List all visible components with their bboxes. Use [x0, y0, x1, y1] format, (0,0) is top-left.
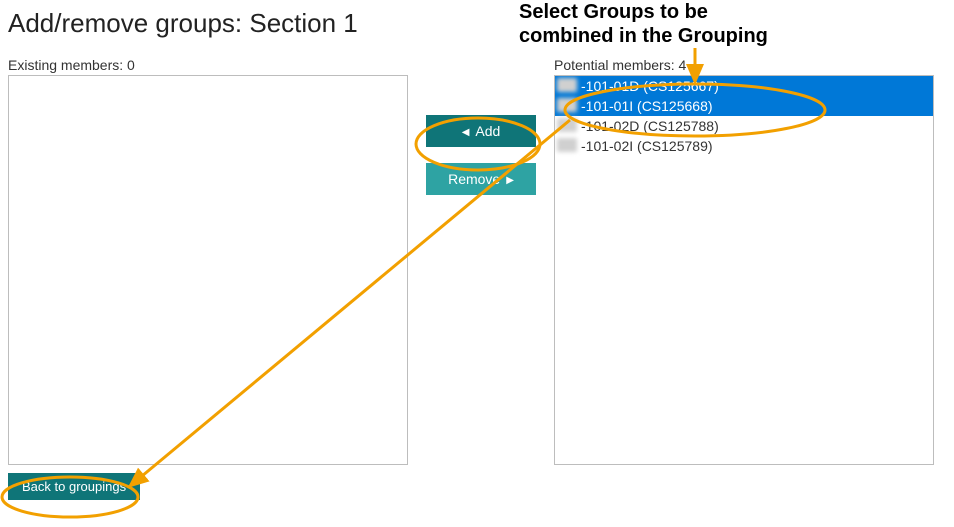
list-item[interactable]: -101-02I (CS125789) [555, 136, 933, 156]
remove-button[interactable]: Remove ▶ [426, 163, 536, 195]
list-item[interactable]: -101-01D (CS125667) [555, 76, 933, 96]
redacted-prefix [557, 98, 577, 112]
list-item-label: -101-01I (CS125668) [581, 98, 713, 114]
add-button[interactable]: ◀ Add [426, 115, 536, 147]
potential-members-listbox[interactable]: -101-01D (CS125667) -101-01I (CS125668) -1… [554, 75, 934, 465]
redacted-prefix [557, 138, 577, 152]
remove-button-label: Remove [448, 171, 500, 187]
list-item-label: -101-01D (CS125667) [581, 78, 719, 94]
triangle-right-icon: ▶ [506, 175, 514, 186]
back-to-groupings-button[interactable]: Back to groupings [8, 473, 140, 500]
potential-members-label: Potential members: 4 [554, 57, 934, 73]
existing-members-label: Existing members: 0 [8, 57, 408, 73]
existing-members-listbox[interactable] [8, 75, 408, 465]
triangle-left-icon: ◀ [462, 127, 470, 138]
list-item-label: -101-02I (CS125789) [581, 138, 713, 154]
list-item[interactable]: -101-01I (CS125668) [555, 96, 933, 116]
add-button-label: Add [475, 123, 500, 139]
redacted-prefix [557, 118, 577, 132]
redacted-prefix [557, 78, 577, 92]
page-title: Add/remove groups: Section 1 [0, 0, 954, 57]
list-item-label: -101-02D (CS125788) [581, 118, 719, 134]
list-item[interactable]: -101-02D (CS125788) [555, 116, 933, 136]
